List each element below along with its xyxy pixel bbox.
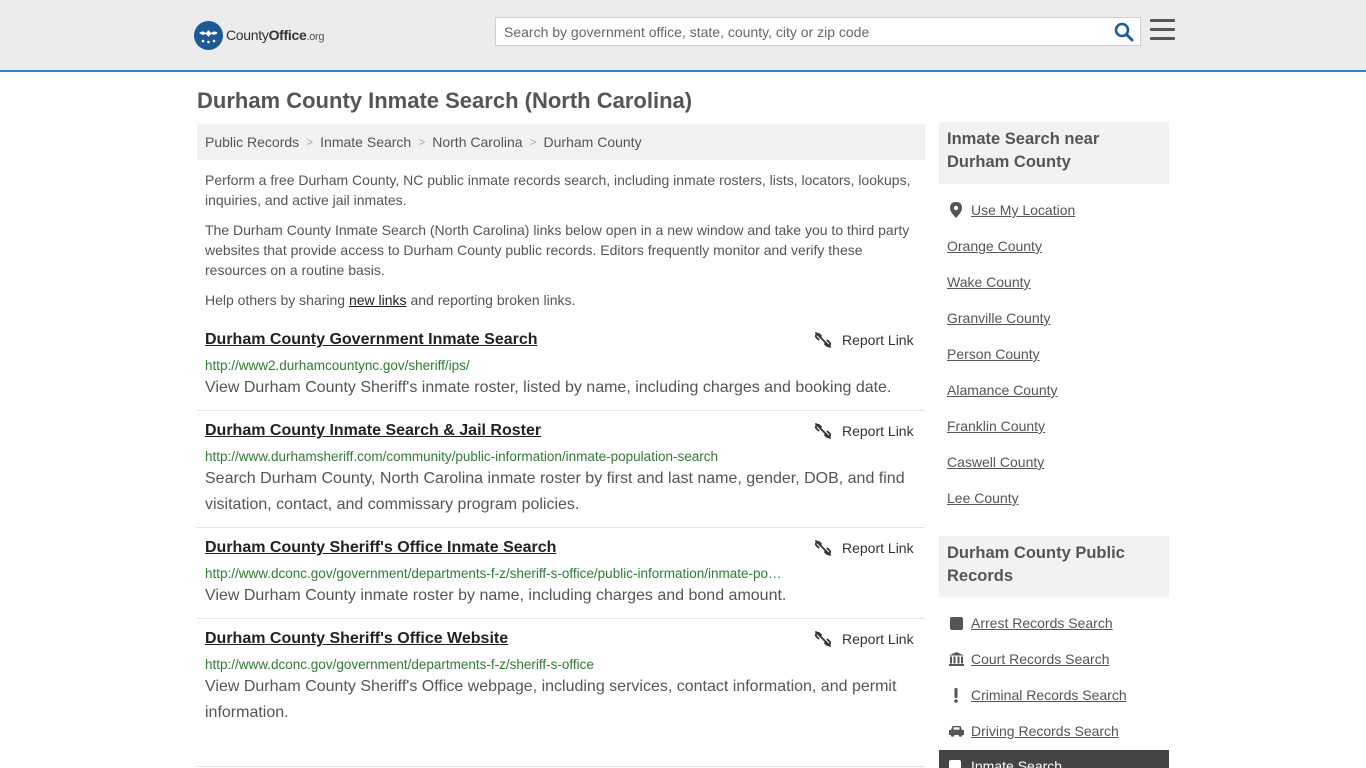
breadcrumb-durham-county[interactable]: Durham County: [544, 134, 642, 150]
use-my-location-link[interactable]: Use My Location: [971, 202, 1075, 218]
divider: [197, 766, 925, 767]
page-title: Durham County Inmate Search (North Carol…: [197, 88, 693, 113]
report-link-button[interactable]: Report Link: [815, 540, 914, 556]
nearby-heading: Inmate Search near Durham County: [939, 122, 1169, 184]
nearby-county-link[interactable]: Lee County: [947, 490, 1019, 506]
result-description: View Durham County inmate roster by name…: [205, 587, 787, 604]
result-url: http://www.dconc.gov/government/departme…: [205, 566, 785, 581]
result-title-link[interactable]: Durham County Government Inmate Search: [205, 331, 538, 349]
broken-link-icon: [815, 540, 831, 556]
site-search: [495, 17, 1141, 46]
court-records-link[interactable]: Court Records Search: [971, 651, 1110, 667]
nearby-county-link[interactable]: Caswell County: [947, 454, 1044, 470]
site-logo[interactable]: CountyOffice.org: [194, 20, 325, 50]
nearby-county-link[interactable]: Orange County: [947, 238, 1042, 254]
nearby-county-link[interactable]: Person County: [947, 346, 1040, 362]
result-description: View Durham County Sheriff's Office webp…: [205, 678, 897, 721]
share-paragraph: Help others by sharing new links and rep…: [205, 292, 576, 308]
public-records-heading: Durham County Public Records: [939, 536, 1169, 597]
broken-link-icon: [815, 423, 831, 439]
criminal-records-link[interactable]: Criminal Records Search: [971, 687, 1127, 703]
result-item: Durham County Sheriff's Office Website R…: [197, 619, 925, 736]
result-item: Durham County Inmate Search & Jail Roste…: [197, 411, 925, 528]
result-url: http://www.dconc.gov/government/departme…: [205, 657, 594, 672]
exclamation-icon: [947, 686, 965, 704]
car-icon: [947, 722, 965, 740]
breadcrumb: Public Records > Inmate Search > North C…: [197, 124, 925, 160]
result-title-link[interactable]: Durham County Inmate Search & Jail Roste…: [205, 422, 541, 440]
result-item: Durham County Government Inmate Search R…: [197, 320, 925, 411]
new-links-link[interactable]: new links: [349, 292, 407, 308]
result-title-link[interactable]: Durham County Sheriff's Office Website: [205, 630, 508, 648]
disclaimer-paragraph: The Durham County Inmate Search (North C…: [205, 222, 910, 278]
breadcrumb-public-records[interactable]: Public Records: [205, 134, 299, 150]
arrest-records-link[interactable]: Arrest Records Search: [971, 615, 1113, 631]
nearby-county-link[interactable]: Granville County: [947, 310, 1051, 326]
courthouse-icon: [947, 650, 965, 668]
sidebar-item-inmate-search[interactable]: Inmate Search: [939, 750, 1169, 768]
broken-link-icon: [815, 332, 831, 348]
nearby-county-link[interactable]: Alamance County: [947, 382, 1058, 398]
map-pin-icon: [947, 201, 965, 219]
square-icon: [947, 614, 965, 632]
hamburger-menu-icon[interactable]: [1150, 19, 1175, 42]
search-icon[interactable]: [1114, 22, 1134, 42]
result-url: http://www.durhamsheriff.com/community/p…: [205, 449, 718, 464]
logo-eagle-icon: [194, 20, 223, 50]
search-input[interactable]: [496, 18, 1106, 45]
intro-paragraph: Perform a free Durham County, NC public …: [205, 172, 911, 208]
chevron-right-icon: >: [306, 135, 314, 149]
nearby-county-link[interactable]: Franklin County: [947, 418, 1045, 434]
site-header: CountyOffice.org: [0, 0, 1366, 72]
logo-wordmark: CountyOffice.org: [226, 27, 325, 43]
chevron-right-icon: >: [418, 135, 426, 149]
result-description: View Durham County Sheriff's inmate rost…: [205, 379, 892, 396]
id-card-icon: [949, 760, 961, 768]
chevron-right-icon: >: [529, 135, 537, 149]
broken-link-icon: [815, 631, 831, 647]
report-link-button[interactable]: Report Link: [815, 332, 914, 348]
breadcrumb-inmate-search[interactable]: Inmate Search: [320, 134, 411, 150]
driving-records-link[interactable]: Driving Records Search: [971, 723, 1119, 739]
result-title-link[interactable]: Durham County Sheriff's Office Inmate Se…: [205, 539, 556, 557]
result-url: http://www2.durhamcountync.gov/sheriff/i…: [205, 358, 470, 373]
breadcrumb-north-carolina[interactable]: North Carolina: [432, 134, 522, 150]
report-link-button[interactable]: Report Link: [815, 423, 914, 439]
report-link-button[interactable]: Report Link: [815, 631, 914, 647]
result-description: Search Durham County, North Carolina inm…: [205, 470, 905, 513]
result-item: Durham County Sheriff's Office Inmate Se…: [197, 528, 925, 619]
nearby-county-link[interactable]: Wake County: [947, 274, 1031, 290]
